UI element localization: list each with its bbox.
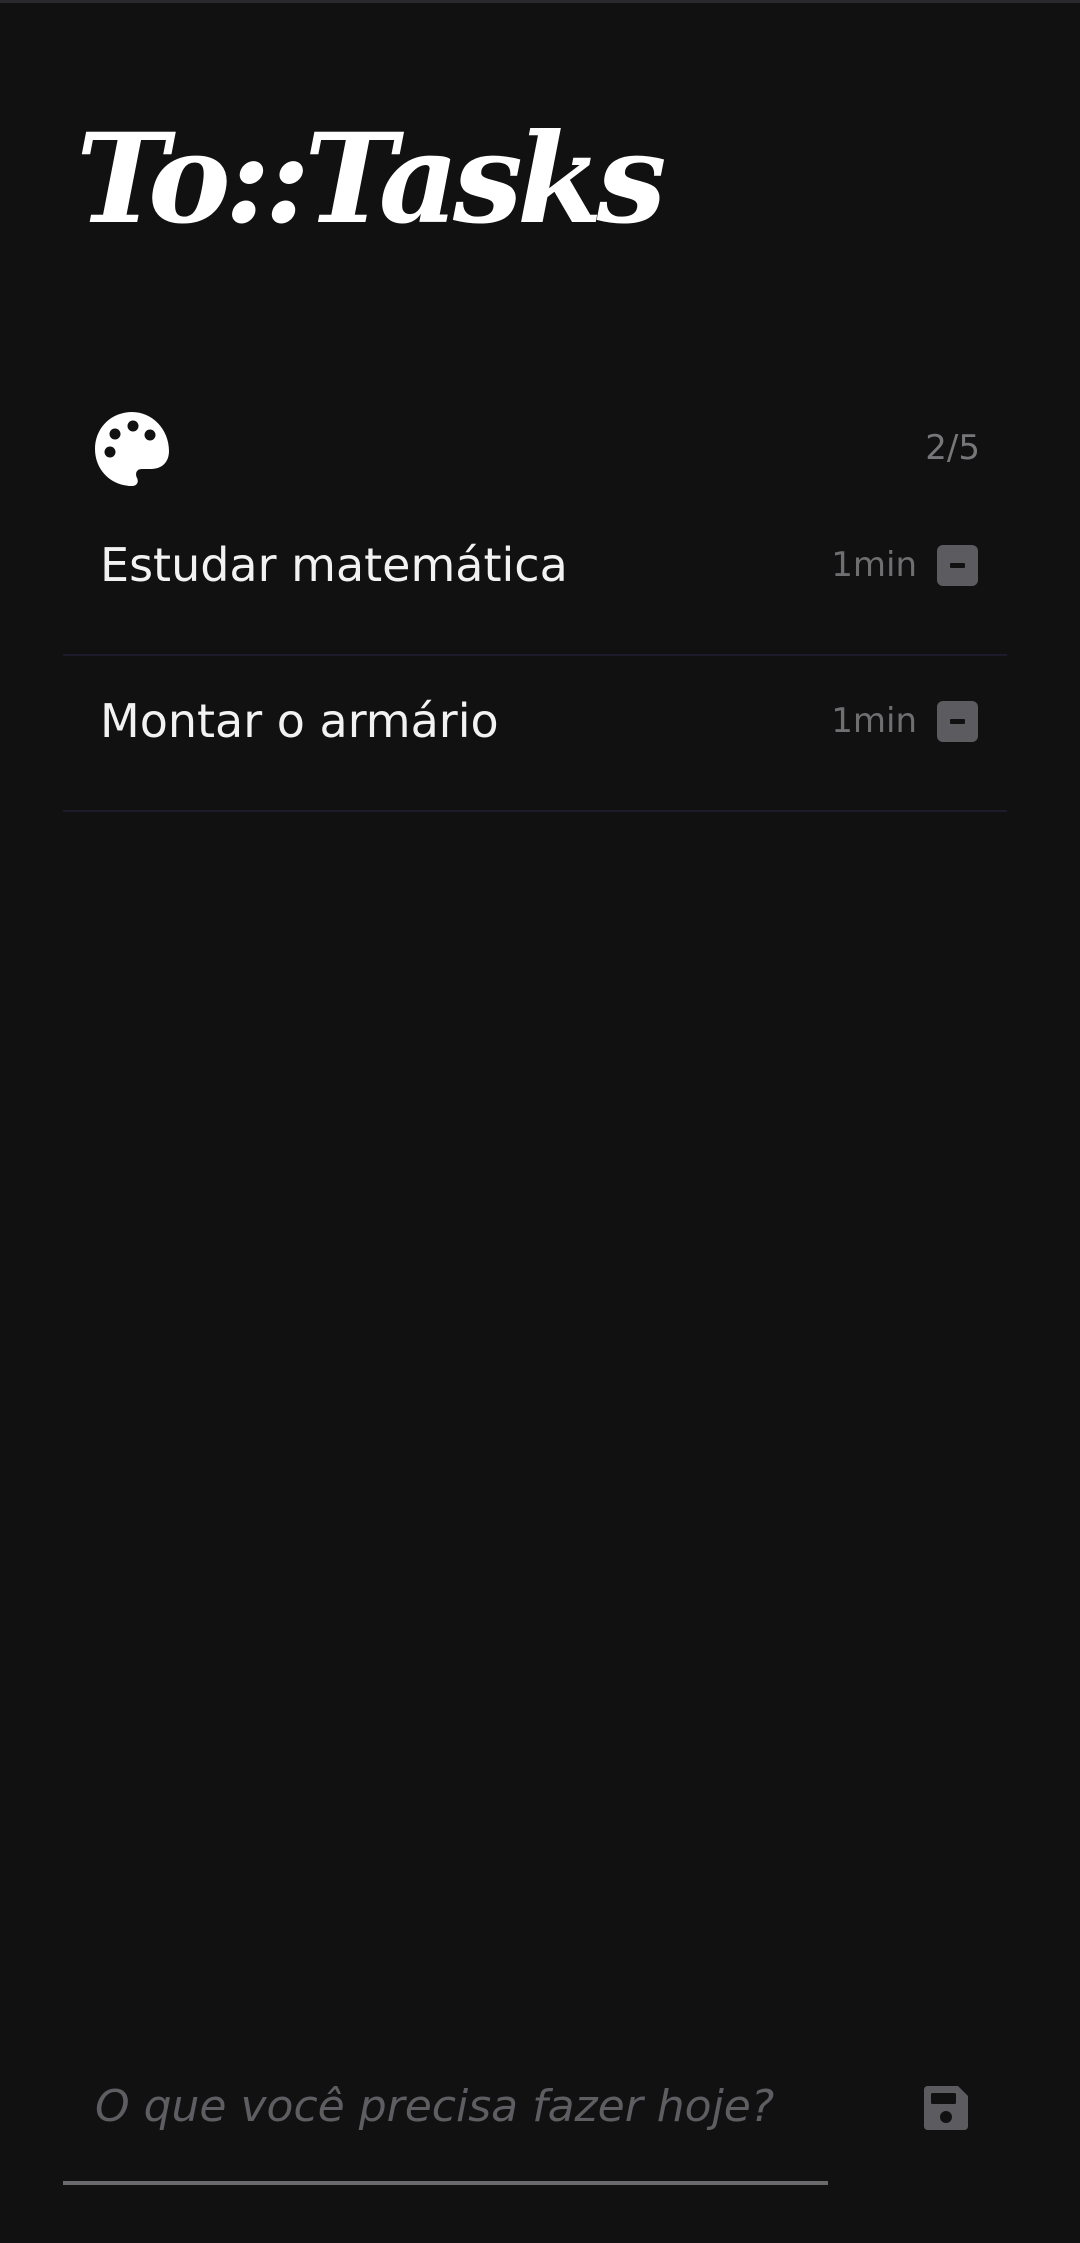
task-time: 1min — [831, 701, 917, 741]
app-screen: To::Tasks 2/5 Estudar matemática 1min Mo… — [0, 0, 1080, 2243]
new-task-field — [63, 2055, 828, 2185]
task-time: 1min — [831, 545, 917, 585]
task-label: Estudar matemática — [100, 538, 568, 592]
floppy-disk-icon[interactable] — [922, 2084, 970, 2132]
task-label: Montar o armário — [100, 694, 499, 748]
task-counter: 2/5 — [925, 428, 980, 468]
minus-square-icon[interactable] — [937, 545, 978, 586]
minus-bar — [950, 563, 965, 568]
list-item[interactable]: Montar o armário 1min — [63, 656, 1007, 812]
palette-icon — [95, 412, 169, 486]
status-divider — [0, 0, 1080, 3]
minus-square-icon[interactable] — [937, 701, 978, 742]
list-item[interactable]: Estudar matemática 1min — [63, 500, 1007, 656]
new-task-input[interactable] — [93, 2055, 817, 2157]
app-logo: To::Tasks — [76, 107, 667, 252]
task-list: Estudar matemática 1min Montar o armário… — [63, 500, 1007, 812]
minus-bar — [950, 719, 965, 724]
list-header: 2/5 — [93, 410, 980, 488]
